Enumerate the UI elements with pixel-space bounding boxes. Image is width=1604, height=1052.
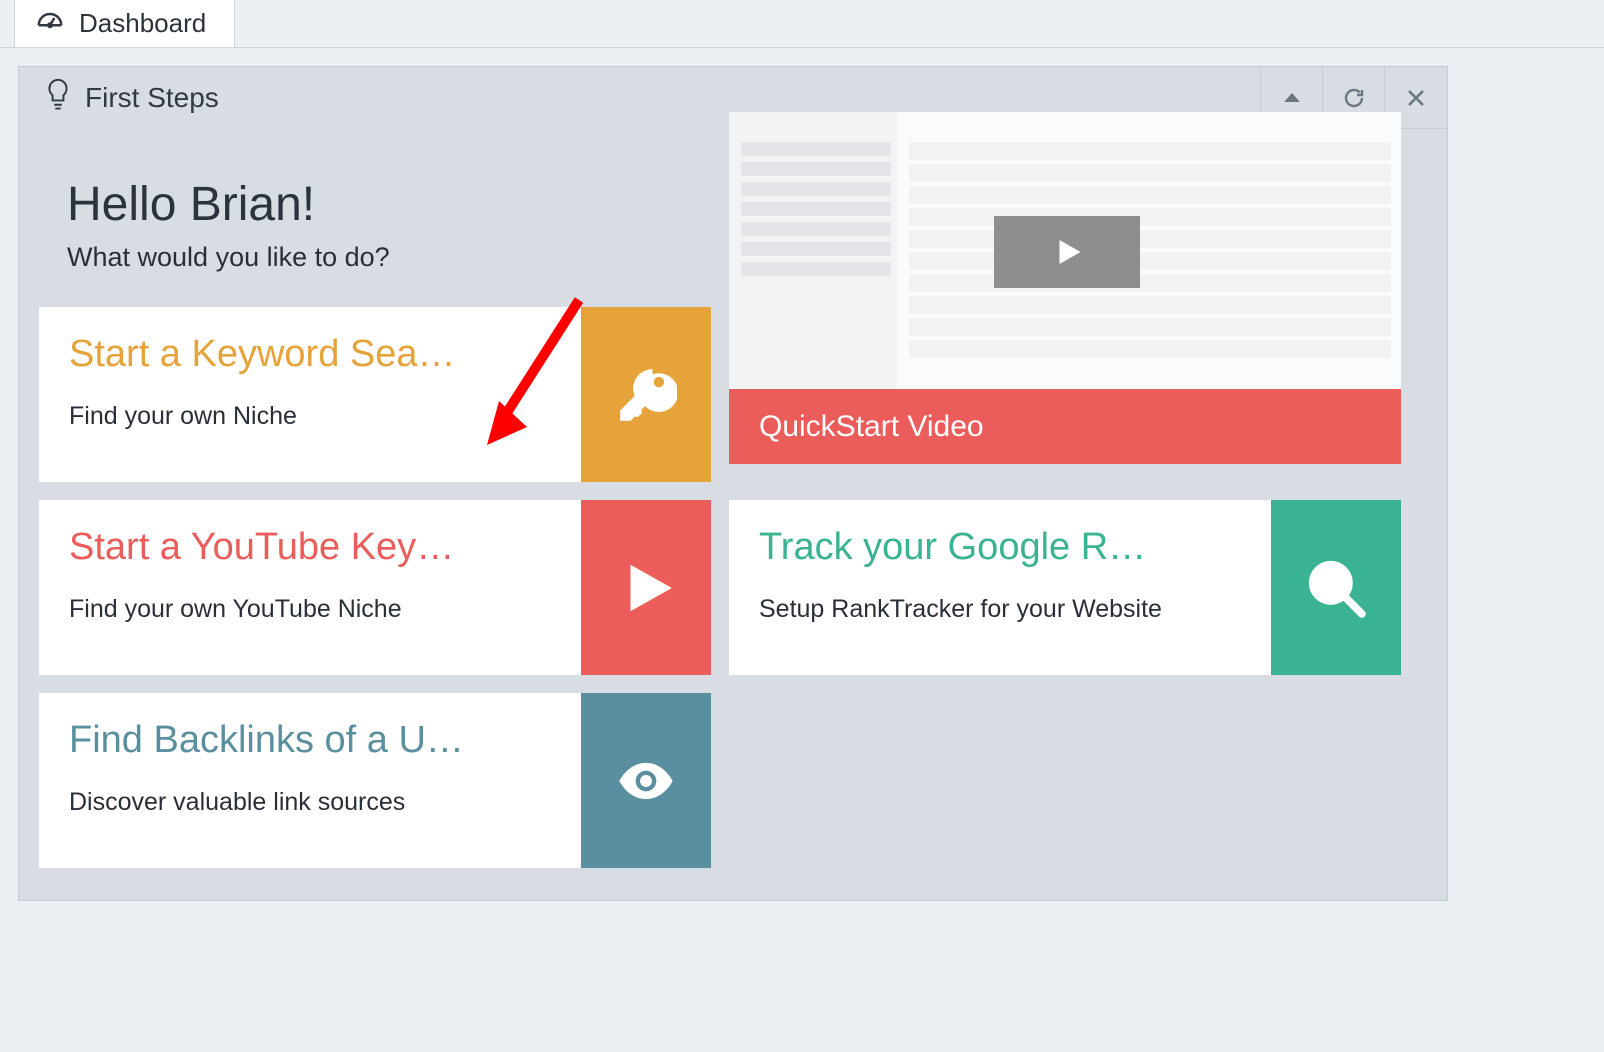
video-thumbnail [729,112,1401,389]
panel-title-text: First Steps [85,82,219,114]
gauge-icon [35,9,65,39]
lightbulb-icon [45,77,71,120]
key-icon [581,307,711,482]
card-subtitle: Find your own Niche [69,402,551,431]
card-subtitle: Find your own YouTube Niche [69,595,551,624]
play-icon [994,216,1140,288]
play-icon [581,500,711,675]
card-backlinks[interactable]: Find Backlinks of a U Discover valuable … [39,693,711,868]
card-subtitle: Setup RankTracker for your Website [759,595,1241,624]
grid-spacer [729,693,1401,868]
tab-bar: Dashboard [0,0,1604,48]
card-title: Track your Google R [759,526,1241,569]
eye-icon [581,693,711,868]
card-title: Find Backlinks of a U [69,719,551,762]
workspace: First Steps [0,48,1604,901]
card-youtube-search[interactable]: Start a YouTube Key Find your own YouTub… [39,500,711,675]
card-title: Start a YouTube Key [69,526,551,569]
cards-grid: QuickStart Video Start a Keyword Sea Fin… [19,307,1447,900]
tab-dashboard[interactable]: Dashboard [14,0,235,47]
video-caption: QuickStart Video [729,389,1401,464]
card-subtitle: Discover valuable link sources [69,788,551,817]
quickstart-video-card[interactable]: QuickStart Video [729,112,1401,464]
search-icon [1271,500,1401,675]
tab-label: Dashboard [79,8,206,39]
card-title: Start a Keyword Sea [69,333,551,376]
card-rank-tracker[interactable]: Track your Google R Setup RankTracker fo… [729,500,1401,675]
card-keyword-search[interactable]: Start a Keyword Sea Find your own Niche [39,307,711,482]
panel-title: First Steps [45,77,219,120]
first-steps-panel: First Steps [18,66,1448,901]
